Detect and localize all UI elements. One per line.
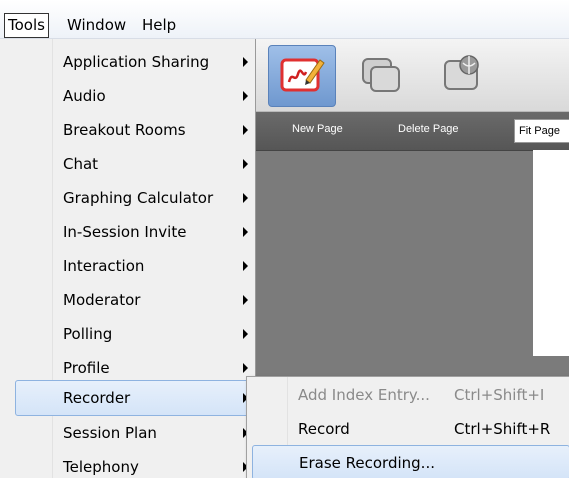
submenu-arrow-icon <box>243 261 248 271</box>
menu-item-recorder[interactable]: Recorder <box>15 380 255 416</box>
menu-item-application-sharing[interactable]: Application Sharing <box>0 45 255 79</box>
menu-item-telephony[interactable]: Telephony <box>0 450 255 478</box>
submenu-arrow-icon <box>243 159 248 169</box>
menu-item-label: Breakout Rooms <box>63 121 186 139</box>
menu-item-label: Chat <box>63 155 99 173</box>
menu-item-session-plan[interactable]: Session Plan <box>0 416 255 450</box>
web-tour-tool-button[interactable] <box>430 45 496 105</box>
menu-item-in-session-invite[interactable]: In-Session Invite <box>0 215 255 249</box>
menu-item-label: Add Index Entry... <box>298 386 430 404</box>
menu-item-shortcut: Ctrl+Shift+R <box>454 420 551 438</box>
fit-page-label: Fit Page <box>519 125 560 137</box>
menu-item-polling[interactable]: Polling <box>0 317 255 351</box>
menu-help[interactable]: Help <box>140 14 178 36</box>
whiteboard-page[interactable] <box>533 150 569 356</box>
menu-item-erase-recording[interactable]: Erase Recording... <box>252 445 569 478</box>
menu-item-graphing-calculator[interactable]: Graphing Calculator <box>0 181 255 215</box>
new-page-button[interactable]: New Page <box>292 123 343 135</box>
menu-item-moderator[interactable]: Moderator <box>0 283 255 317</box>
whiteboard-pencil-icon <box>280 58 325 92</box>
menu-item-label: Recorder <box>63 389 131 407</box>
menu-item-label: Moderator <box>63 291 141 309</box>
submenu-arrow-icon <box>243 57 248 67</box>
menu-item-interaction[interactable]: Interaction <box>0 249 255 283</box>
menu-item-label: Record <box>298 420 350 438</box>
menu-tools-label: Tools <box>8 16 45 34</box>
menu-item-record[interactable]: Record Ctrl+Shift+R <box>247 412 569 445</box>
submenu-arrow-icon <box>243 363 248 373</box>
delete-page-button[interactable]: Delete Page <box>398 123 459 135</box>
globe-window-icon <box>444 55 479 90</box>
menu-item-breakout-rooms[interactable]: Breakout Rooms <box>0 113 255 147</box>
menu-item-label: Audio <box>63 87 106 105</box>
tool-icon-bar <box>256 39 569 112</box>
recorder-submenu: Add Index Entry... Ctrl+Shift+I Record C… <box>246 376 569 478</box>
menu-tools[interactable]: Tools <box>4 13 49 38</box>
submenu-arrow-icon <box>243 329 248 339</box>
whiteboard-tool-button[interactable] <box>268 45 336 107</box>
menu-item-label: Application Sharing <box>63 53 210 71</box>
menu-window-label: Window <box>67 16 127 34</box>
menu-item-label: In-Session Invite <box>63 223 187 241</box>
menu-item-label: Interaction <box>63 257 145 275</box>
menu-item-shortcut: Ctrl+Shift+I <box>454 386 545 404</box>
submenu-arrow-icon <box>243 193 248 203</box>
overlapping-windows-icon <box>362 58 400 92</box>
submenu-arrow-icon <box>243 91 248 101</box>
menu-item-label: Erase Recording... <box>299 454 435 472</box>
menu-item-label: Graphing Calculator <box>63 189 214 207</box>
menu-bar: Tools Window Help <box>0 0 569 39</box>
menu-item-label: Polling <box>63 325 113 343</box>
menu-window[interactable]: Window <box>65 14 128 36</box>
menu-item-label: Telephony <box>63 458 139 476</box>
app-sharing-tool-button[interactable] <box>348 45 414 105</box>
menu-item-label: Profile <box>63 359 110 377</box>
menu-item-audio[interactable]: Audio <box>0 79 255 113</box>
menu-item-chat[interactable]: Chat <box>0 147 255 181</box>
menu-help-label: Help <box>142 16 177 34</box>
tools-dropdown-menu: Application Sharing Audio Breakout Rooms… <box>0 39 256 478</box>
menu-item-add-index-entry[interactable]: Add Index Entry... Ctrl+Shift+I <box>247 378 569 411</box>
fit-page-select[interactable]: Fit Page <box>514 119 569 143</box>
screen: Tools Window Help New Page Delete Page F… <box>0 0 569 478</box>
menu-item-label: Session Plan <box>63 424 157 442</box>
page-toolbar: New Page Delete Page Fit Page <box>256 112 569 151</box>
submenu-arrow-icon <box>243 295 248 305</box>
submenu-arrow-icon <box>243 125 248 135</box>
submenu-arrow-icon <box>243 227 248 237</box>
